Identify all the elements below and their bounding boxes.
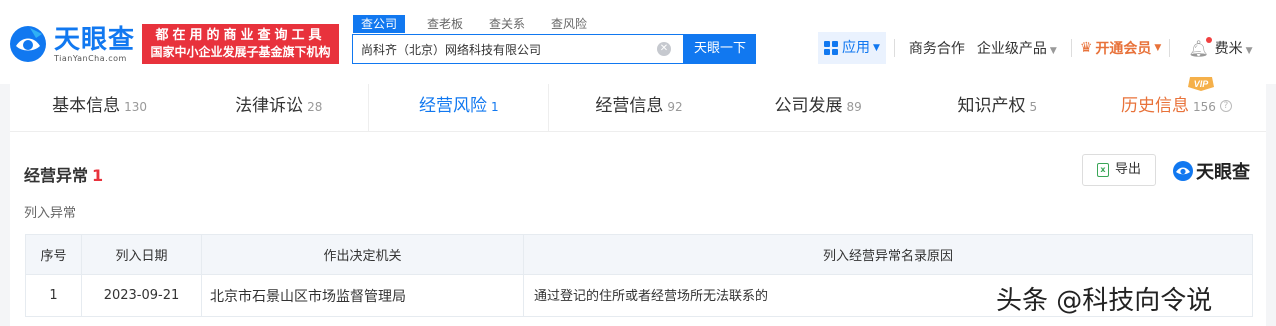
clear-icon[interactable]: ✕: [657, 42, 671, 56]
chevron-down-icon: ▼: [1245, 46, 1253, 56]
col-reason: 列入经营异常名录原因: [523, 234, 1253, 275]
tab-count: 92: [667, 100, 683, 114]
export-button[interactable]: x 导出: [1082, 154, 1156, 186]
brand-watermark: 天眼查: [1172, 158, 1250, 184]
tab-label: 经营风险: [419, 96, 488, 116]
col-index: 序号: [25, 234, 82, 275]
slogan-banner: 都在用的商业查询工具 国家中小企业发展子基金旗下机构: [142, 24, 339, 64]
slogan-line-1: 都在用的商业查询工具: [155, 28, 326, 43]
eye-logo-icon: [1173, 161, 1193, 181]
excel-icon: x: [1096, 163, 1109, 177]
chevron-down-icon: ▼: [873, 43, 880, 53]
section-title-text: 经营异常: [24, 166, 89, 185]
vip-badge: VIP: [1188, 76, 1214, 95]
top-header: 天眼查 TianYanCha.com 都在用的商业查询工具 国家中小企业发展子基…: [0, 0, 1276, 84]
vip-label: 开通会员: [1095, 41, 1152, 57]
export-label: 导出: [1114, 162, 1141, 177]
brand-text: 天眼查: [1196, 162, 1250, 183]
sub-section-label: 列入异常: [24, 206, 77, 221]
tab-label: 法律诉讼: [235, 96, 304, 116]
slogan-line-2: 国家中小企业发展子基金旗下机构: [150, 45, 331, 59]
user-name: 费米: [1214, 41, 1243, 57]
logo-text: 天眼查: [54, 24, 136, 55]
enterprise-menu[interactable]: 企业级产品 ▼: [977, 38, 1057, 58]
apps-menu[interactable]: 应用 ▼: [818, 32, 886, 64]
chevron-down-icon: ▼: [1154, 43, 1162, 53]
tab-label: 历史信息: [1120, 96, 1189, 116]
cell-date: 2023-09-21: [81, 274, 202, 317]
search-box: ✕: [352, 34, 684, 64]
search-tab-boss[interactable]: 查老板: [423, 15, 467, 33]
tab-history[interactable]: 历史信息 156?: [1087, 84, 1266, 131]
tab-label: 基本信息: [52, 96, 121, 116]
divider: [1169, 39, 1171, 57]
top-nav: 应用 ▼ 商务合作 企业级产品 ▼ ♛ 开通会员 ▼ 🔔︎ 费米 ▼: [818, 32, 1253, 64]
source-watermark: 头条 @科技向令说: [996, 286, 1213, 316]
tab-label: 经营信息: [595, 96, 664, 116]
tab-count: 28: [307, 100, 323, 114]
tab-count: 89: [846, 100, 862, 114]
tab-legal[interactable]: 法律诉讼 28: [189, 84, 368, 131]
table-header-row: 序号 列入日期 作出决定机关 列入经营异常名录原因: [25, 234, 1253, 275]
section-title: 经营异常 1: [24, 162, 103, 186]
vip-menu[interactable]: ♛ 开通会员 ▼: [1080, 38, 1161, 58]
vip-badge-text: VIP: [1194, 79, 1210, 89]
tab-operating-info[interactable]: 经营信息 92: [549, 84, 728, 131]
search-input[interactable]: [353, 35, 643, 63]
tab-count: 5: [1029, 100, 1038, 114]
tab-basic-info[interactable]: 基本信息 130: [10, 84, 189, 131]
tab-ip[interactable]: 知识产权 5: [908, 84, 1087, 131]
tab-development[interactable]: 公司发展 89: [729, 84, 908, 131]
business-link[interactable]: 商务合作: [909, 38, 965, 58]
search-tab-company[interactable]: 查公司: [353, 15, 406, 33]
section-count: 1: [92, 166, 104, 185]
help-icon[interactable]: ?: [1219, 100, 1232, 112]
crown-icon: ♛: [1079, 40, 1093, 56]
grid-icon: [824, 41, 838, 55]
col-date: 列入日期: [81, 234, 202, 275]
logo-domain: TianYanCha.com: [54, 53, 127, 63]
company-tabs: 基本信息 130 法律诉讼 28 经营风险 1 经营信息 92 公司发展 89 知识产权 5…: [10, 77, 1266, 132]
eye-logo-icon: [8, 24, 48, 64]
tab-operating-risk[interactable]: 经营风险 1: [368, 84, 550, 131]
search-tab-relation[interactable]: 查关系: [485, 15, 529, 33]
apps-label: 应用: [842, 40, 870, 56]
enterprise-label: 企业级产品: [976, 41, 1047, 57]
tab-count: 156: [1192, 100, 1216, 114]
search-button[interactable]: 天眼一下: [684, 34, 756, 64]
tab-count: 1: [491, 100, 499, 114]
divider: [893, 39, 895, 57]
divider: [1070, 39, 1072, 57]
col-authority: 作出决定机关: [201, 234, 524, 275]
cell-authority: 北京市石景山区市场监督管理局: [201, 274, 524, 317]
tab-label: 知识产权: [957, 96, 1026, 116]
search-tab-risk[interactable]: 查风险: [547, 15, 591, 33]
tab-count: 130: [124, 100, 148, 114]
site-logo[interactable]: 天眼查 TianYanCha.com: [8, 24, 135, 64]
search-type-tabs: 查公司 查老板 查关系 查风险: [353, 15, 609, 33]
user-menu[interactable]: 费米 ▼: [1215, 38, 1253, 58]
bell-icon[interactable]: 🔔︎: [1188, 36, 1212, 58]
chevron-down-icon: ▼: [1049, 46, 1057, 56]
cell-index: 1: [25, 274, 82, 317]
tab-label: 公司发展: [774, 96, 843, 116]
notification-dot: [1205, 36, 1212, 43]
